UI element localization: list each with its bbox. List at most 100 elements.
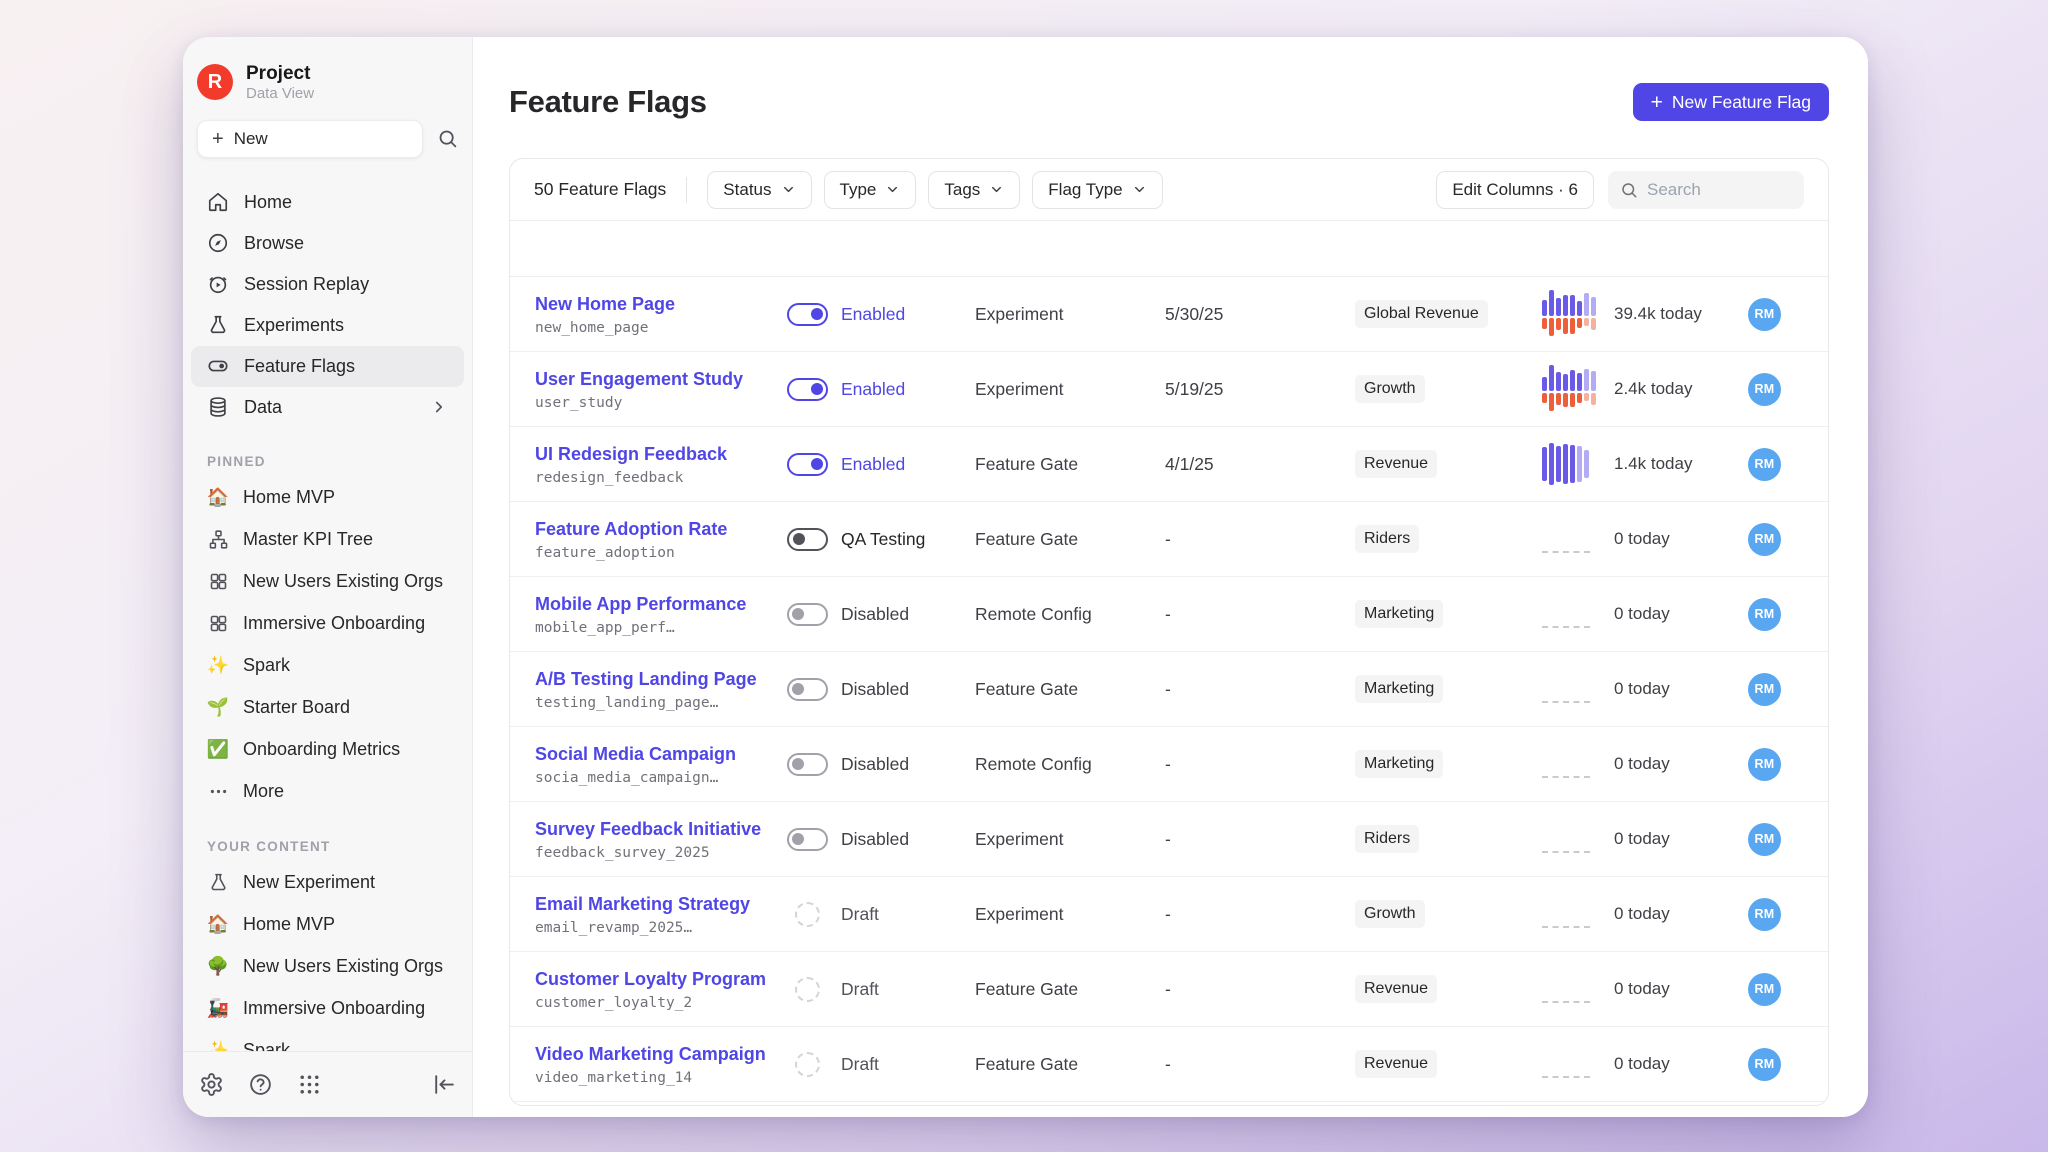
flag-name-link[interactable]: Email Marketing Strategy (535, 892, 787, 916)
your-content-item-new-users-existing-orgs[interactable]: 🌳 New Users Existing Orgs (191, 946, 464, 988)
flag-name-link[interactable]: New Home Page (535, 292, 787, 316)
tag-pill[interactable]: Marketing (1355, 750, 1443, 778)
help-icon[interactable] (248, 1072, 273, 1097)
filter-pill-status[interactable]: Status (707, 171, 811, 209)
flag-name-link[interactable]: A/B Testing Landing Page (535, 667, 787, 691)
flag-name-link[interactable]: User Engagement Study (535, 367, 787, 391)
your-content-item-immersive-onboarding[interactable]: 🚂 Immersive Onboarding (191, 988, 464, 1030)
table-row[interactable]: New Home Page new_home_page Enabled Expe… (510, 277, 1828, 352)
flag-name-link[interactable]: Customer Loyalty Program (535, 967, 787, 991)
sidebar-nav-item-home[interactable]: Home (191, 182, 464, 223)
table-row[interactable]: A/B Testing Landing Page testing_landing… (510, 652, 1828, 727)
status-toggle[interactable] (787, 603, 828, 626)
filter-pill-type[interactable]: Type (824, 171, 917, 209)
settings-gear-icon[interactable] (199, 1072, 224, 1097)
flag-name-link[interactable]: Video Marketing Campaign (535, 1042, 787, 1066)
search-icon[interactable] (437, 128, 458, 149)
tag-pill[interactable]: Marketing (1355, 675, 1443, 703)
daily-usage-cell: 0 today (1542, 979, 1748, 999)
sidebar-nav: Home Browse Session Replay Experiments F… (183, 168, 472, 428)
pinned-item-label: Master KPI Tree (243, 529, 373, 550)
sidebar-nav-item-experiments[interactable]: Experiments (191, 305, 464, 346)
your-content-item-new-experiment[interactable]: New Experiment (191, 862, 464, 904)
table-row[interactable]: UI Redesign Feedback redesign_feedback E… (510, 427, 1828, 502)
tag-pill[interactable]: Global Revenue (1355, 300, 1488, 328)
table-row[interactable]: Mobile App Performance mobile_app_perf… … (510, 577, 1828, 652)
status-toggle[interactable] (787, 453, 828, 476)
sidebar-nav-item-browse[interactable]: Browse (191, 223, 464, 264)
table-row[interactable]: Customer Loyalty Program customer_loyalt… (510, 952, 1828, 1027)
table-row[interactable]: Email Marketing Strategy email_revamp_20… (510, 877, 1828, 952)
new-feature-flag-label: New Feature Flag (1672, 92, 1811, 113)
flag-name-link[interactable]: UI Redesign Feedback (535, 442, 787, 466)
database-icon (207, 396, 229, 418)
tag-pill[interactable]: Riders (1355, 525, 1419, 553)
collapse-sidebar-icon[interactable] (431, 1072, 456, 1097)
project-switcher[interactable]: R Project Data View (183, 37, 472, 116)
flag-name-link[interactable]: Survey Feedback Initiative (535, 817, 787, 841)
flag-type-cell: Feature Gate (975, 454, 1165, 475)
pinned-item-more[interactable]: More (191, 771, 464, 813)
status-toggle[interactable] (795, 902, 820, 927)
edit-columns-button[interactable]: Edit Columns · 6 (1436, 171, 1594, 209)
your-content-item-home-mvp[interactable]: 🏠 Home MVP (191, 904, 464, 946)
new-feature-flag-button[interactable]: + New Feature Flag (1633, 83, 1829, 121)
tags-cell: Growth (1355, 375, 1542, 403)
table-row[interactable]: Video Marketing Campaign video_marketing… (510, 1027, 1828, 1102)
new-button[interactable]: + New (197, 120, 423, 158)
pinned-item-new-users-existing-orgs[interactable]: New Users Existing Orgs (191, 561, 464, 603)
status-toggle[interactable] (787, 528, 828, 551)
usage-label: 1.4k today (1614, 454, 1692, 474)
pinned-item-spark[interactable]: ✨ Spark (191, 645, 464, 687)
flag-name-link[interactable]: Social Media Campaign (535, 742, 787, 766)
table-row[interactable]: User Engagement Study user_study Enabled… (510, 352, 1828, 427)
pinned-item-immersive-onboarding[interactable]: Immersive Onboarding (191, 603, 464, 645)
pinned-item-label: Onboarding Metrics (243, 739, 400, 760)
filter-pill-tags[interactable]: Tags (928, 171, 1020, 209)
sidebar-nav-item-feature-flags[interactable]: Feature Flags (191, 346, 464, 387)
pinned-item-home-mvp[interactable]: 🏠 Home MVP (191, 477, 464, 519)
status-toggle[interactable] (787, 678, 828, 701)
flask-icon (207, 314, 229, 336)
tag-pill[interactable]: Growth (1355, 900, 1425, 928)
filter-pill-flag-type[interactable]: Flag Type (1032, 171, 1162, 209)
status-toggle[interactable] (795, 977, 820, 1002)
pinned-item-onboarding-metrics[interactable]: ✅ Onboarding Metrics (191, 729, 464, 771)
status-toggle[interactable] (787, 753, 828, 776)
toggle-knob (792, 608, 804, 620)
status-toggle[interactable] (787, 378, 828, 401)
flag-name-link[interactable]: Mobile App Performance (535, 592, 787, 616)
feature-flags-card: 50 Feature Flags Status Type Tags (509, 158, 1829, 1106)
toggle-icon (207, 355, 229, 377)
tag-pill[interactable]: Growth (1355, 375, 1425, 403)
tag-pill[interactable]: Revenue (1355, 450, 1437, 478)
usage-label: 0 today (1614, 904, 1670, 924)
usage-sparkline (1542, 688, 1598, 690)
status-toggle[interactable] (787, 303, 828, 326)
table-row[interactable]: Survey Feedback Initiative feedback_surv… (510, 802, 1828, 877)
flag-name-link[interactable]: Feature Adoption Rate (535, 517, 787, 541)
search-input[interactable] (1647, 180, 1792, 200)
status-label: Draft (841, 904, 879, 925)
usage-sparkline (1542, 290, 1598, 338)
creator-cell: RM (1748, 523, 1828, 556)
name-cell: Feature Adoption Rate feature_adoption (535, 517, 787, 560)
tag-pill[interactable]: Riders (1355, 825, 1419, 853)
table-search[interactable] (1608, 171, 1804, 209)
table-row[interactable]: Feature Adoption Rate feature_adoption Q… (510, 502, 1828, 577)
apps-grid-icon[interactable] (297, 1072, 322, 1097)
tag-pill[interactable]: Revenue (1355, 1050, 1437, 1078)
session-replay-icon (207, 273, 229, 295)
status-toggle[interactable] (795, 1052, 820, 1077)
sidebar-nav-item-data[interactable]: Data (191, 387, 464, 428)
pinned-item-master-kpi-tree[interactable]: Master KPI Tree (191, 519, 464, 561)
tag-pill[interactable]: Marketing (1355, 600, 1443, 628)
tags-cell: Global Revenue (1355, 300, 1542, 328)
pinned-item-starter-board[interactable]: 🌱 Starter Board (191, 687, 464, 729)
table-row[interactable]: Social Media Campaign socia_media_campai… (510, 727, 1828, 802)
status-toggle[interactable] (787, 828, 828, 851)
tag-pill[interactable]: Revenue (1355, 975, 1437, 1003)
sidebar-nav-item-session-replay[interactable]: Session Replay (191, 264, 464, 305)
enabled-since-cell: - (1165, 679, 1355, 700)
flag-key: new_home_page (535, 320, 787, 336)
